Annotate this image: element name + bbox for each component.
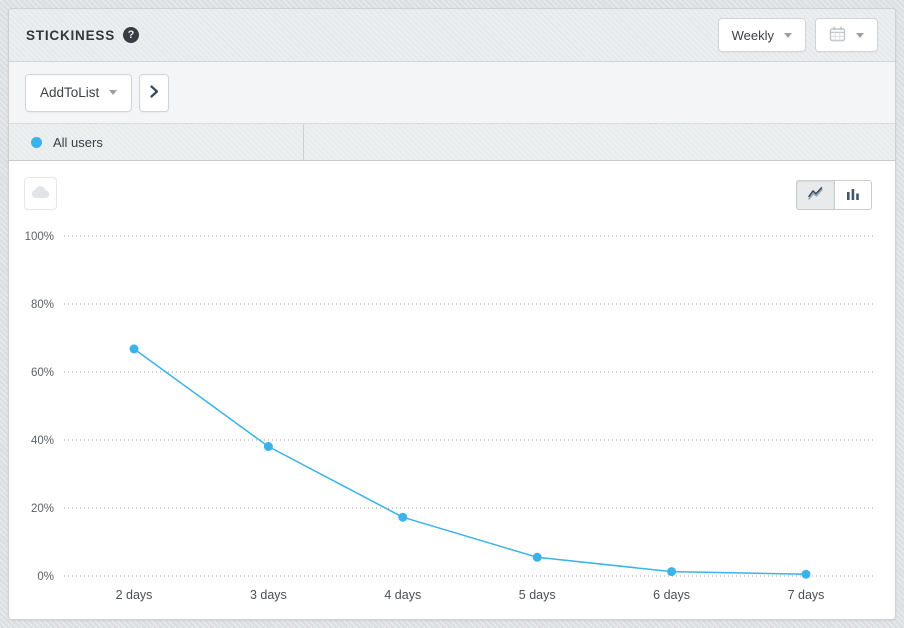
event-toolbar: AddToList bbox=[9, 62, 895, 124]
chart-area: 0% 20% 40% 60% 80% 100% 2 days 3 days 4 days 5 da… bbox=[9, 161, 895, 619]
event-dropdown[interactable]: AddToList bbox=[25, 74, 132, 112]
stickiness-widget: STICKINESS ? Weekly bbox=[8, 8, 896, 620]
annotations-button[interactable] bbox=[24, 177, 57, 210]
widget-header: STICKINESS ? Weekly bbox=[9, 9, 895, 62]
bar-chart-icon bbox=[846, 187, 860, 204]
line-chart-toggle[interactable] bbox=[796, 180, 834, 210]
segment-tabs: All users bbox=[9, 124, 895, 161]
interval-dropdown-value: Weekly bbox=[732, 28, 774, 43]
expand-events-button[interactable] bbox=[139, 74, 169, 112]
svg-text:6 days: 6 days bbox=[653, 588, 690, 602]
svg-text:2 days: 2 days bbox=[116, 588, 153, 602]
bar-chart-toggle[interactable] bbox=[834, 180, 872, 210]
svg-text:4 days: 4 days bbox=[384, 588, 421, 602]
help-icon[interactable]: ? bbox=[123, 27, 139, 43]
date-picker-button[interactable] bbox=[815, 18, 878, 52]
chevron-down-icon bbox=[856, 33, 864, 38]
event-dropdown-value: AddToList bbox=[40, 85, 99, 100]
tab-all-users[interactable]: All users bbox=[9, 124, 304, 160]
tab-label: All users bbox=[53, 135, 103, 150]
svg-text:0%: 0% bbox=[37, 571, 54, 583]
chart-type-toggle bbox=[796, 180, 872, 210]
chevron-right-icon bbox=[150, 85, 159, 101]
svg-text:40%: 40% bbox=[31, 435, 54, 447]
svg-text:100%: 100% bbox=[25, 231, 54, 243]
page-title: STICKINESS bbox=[26, 28, 115, 43]
tabs-filler bbox=[304, 124, 895, 160]
svg-text:60%: 60% bbox=[31, 367, 54, 379]
chevron-down-icon bbox=[109, 90, 117, 95]
svg-text:20%: 20% bbox=[31, 503, 54, 515]
calendar-icon bbox=[829, 26, 846, 45]
svg-text:5 days: 5 days bbox=[519, 588, 556, 602]
svg-text:3 days: 3 days bbox=[250, 588, 287, 602]
page-background: STICKINESS ? Weekly bbox=[0, 0, 904, 628]
svg-text:7 days: 7 days bbox=[788, 588, 825, 602]
interval-dropdown[interactable]: Weekly bbox=[718, 18, 806, 52]
series-color-dot bbox=[31, 137, 42, 148]
stickiness-line-chart[interactable]: 0% 20% 40% 60% 80% 100% 2 days 3 days 4 days 5 da… bbox=[9, 161, 895, 619]
cloud-icon bbox=[31, 185, 50, 202]
line-chart-icon bbox=[807, 186, 824, 204]
chevron-down-icon bbox=[784, 33, 792, 38]
svg-text:80%: 80% bbox=[31, 299, 54, 311]
